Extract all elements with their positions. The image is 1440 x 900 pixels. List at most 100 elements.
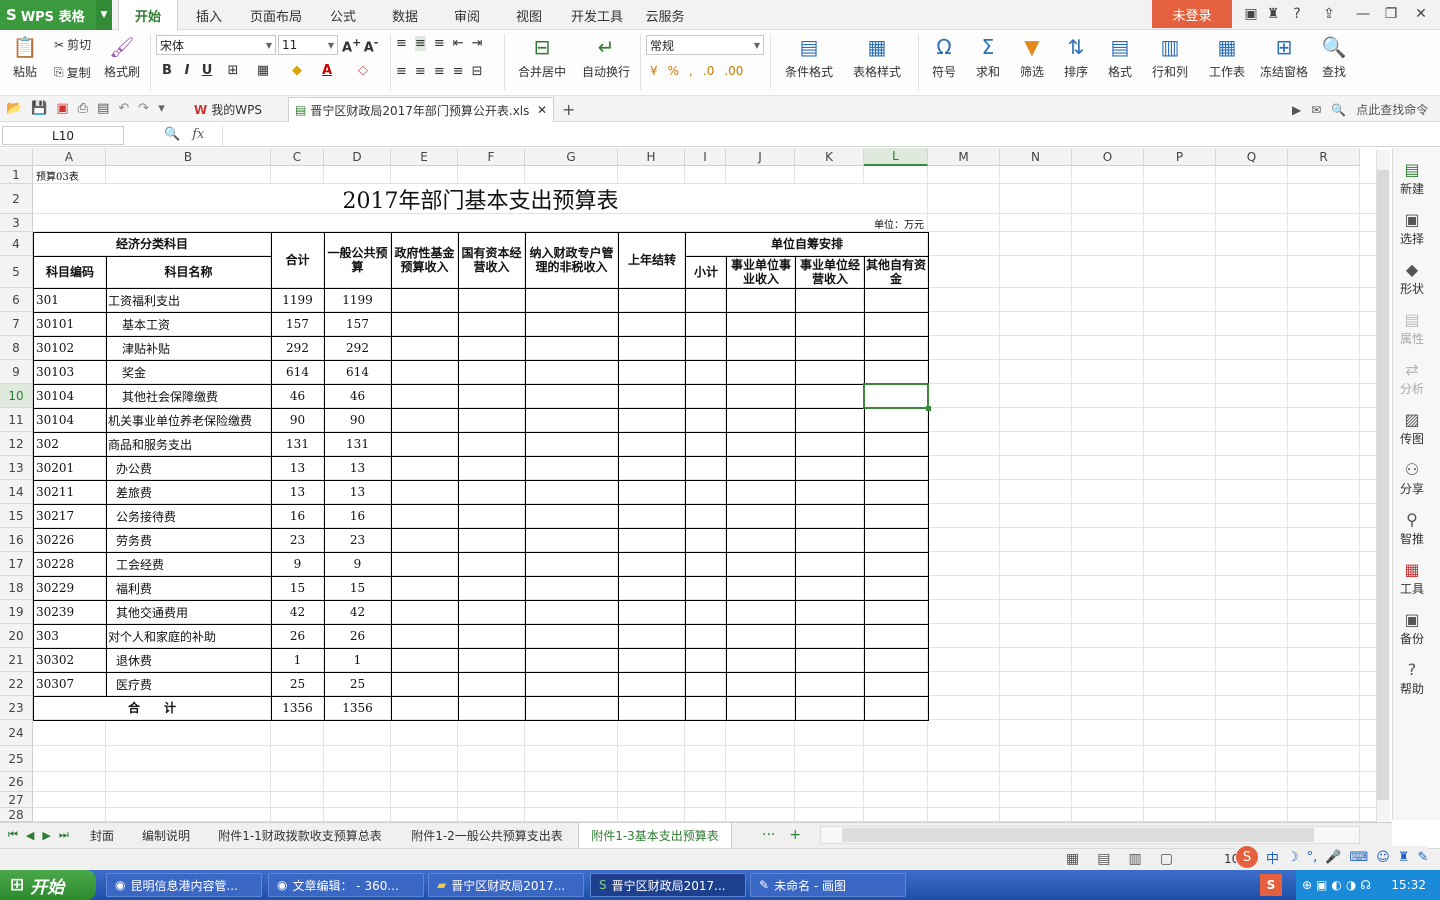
page-break-view-icon[interactable]: ▤ — [1097, 851, 1110, 867]
tab-insert[interactable]: 插入 — [184, 0, 234, 30]
upload-icon[interactable]: ⇪ — [1314, 0, 1344, 28]
search-icon[interactable]: 🔍 — [1331, 103, 1346, 117]
row-header-25[interactable]: 25 — [0, 746, 33, 772]
align-bottom-icon[interactable]: ≡ — [434, 36, 445, 51]
italic-icon[interactable]: I — [178, 63, 196, 78]
zoom-icon[interactable]: 🔍 — [164, 127, 180, 142]
merge-center-button[interactable]: ⊟ 合并居中 — [512, 34, 572, 80]
normal-view-icon[interactable]: ▦ — [1066, 851, 1079, 867]
row-header-21[interactable]: 21 — [0, 648, 33, 672]
tab-review[interactable]: 审阅 — [444, 0, 490, 30]
column-header-B[interactable]: B — [106, 148, 271, 166]
minimize-icon[interactable]: — — [1348, 0, 1378, 28]
taskbar-item-browser-2[interactable]: ◉ 文章编辑： - 360... — [268, 873, 424, 897]
increase-decimal-icon[interactable]: .0 — [703, 64, 714, 78]
undo-icon[interactable]: ↶ — [118, 101, 129, 116]
fill-pattern-icon[interactable]: ▦ — [254, 63, 272, 78]
sheet-tab-instructions[interactable]: 编制说明 — [132, 823, 200, 848]
app-menu-dropdown-icon[interactable]: ▼ — [96, 0, 112, 30]
sum-button[interactable]: Σ 求和 — [968, 34, 1008, 80]
symbol-button[interactable]: Ω 符号 — [924, 34, 964, 80]
column-header-J[interactable]: J — [726, 148, 795, 166]
row-header-4[interactable]: 4 — [0, 232, 33, 256]
column-header-I[interactable]: I — [685, 148, 726, 166]
taskbar-item-folder[interactable]: ▰ 晋宁区财政局2017... — [428, 873, 584, 897]
row-header-27[interactable]: 27 — [0, 792, 33, 808]
more-sheets-icon[interactable]: ··· — [762, 827, 775, 843]
customize-icon[interactable]: ▾ — [158, 101, 165, 116]
row-header-7[interactable]: 7 — [0, 312, 33, 336]
sidebar-analysis[interactable]: ⇄ 分析 — [1392, 360, 1432, 397]
increase-indent-icon[interactable]: ⇥ — [472, 36, 483, 51]
last-sheet-icon[interactable]: ⏭ — [59, 828, 69, 842]
sidebar-backup[interactable]: ▣ 备份 — [1392, 610, 1432, 647]
taskbar-item-browser-1[interactable]: ◉ 昆明信息港内容管... — [106, 873, 262, 897]
next-sheet-icon[interactable]: ▶ — [42, 829, 50, 842]
shirt-ime-icon[interactable]: ♜ — [1398, 850, 1410, 865]
comma-icon[interactable]: , — [689, 64, 693, 78]
row-header-8[interactable]: 8 — [0, 336, 33, 360]
fx-icon[interactable]: fx — [192, 127, 204, 142]
tab-document[interactable]: ▤ 晋宁区财政局2017年部门预算公开表.xls ✕ — [288, 97, 554, 122]
redo-icon[interactable]: ↷ — [138, 101, 149, 116]
column-header-P[interactable]: P — [1144, 148, 1216, 166]
column-header-F[interactable]: F — [458, 148, 525, 166]
column-header-L[interactable]: L — [864, 148, 928, 166]
name-box[interactable]: L10 — [2, 126, 124, 145]
help-icon[interactable]: ? — [1282, 0, 1312, 28]
row-header-14[interactable]: 14 — [0, 480, 33, 504]
app-menu-button[interactable]: S WPS 表格 ▼ — [0, 0, 112, 30]
sidebar-shape[interactable]: ◆ 形状 — [1392, 260, 1432, 297]
ime-chinese-icon[interactable]: 中 — [1266, 848, 1279, 867]
column-header-H[interactable]: H — [618, 148, 685, 166]
find-button[interactable]: 🔍 查找 — [1314, 34, 1354, 80]
sheet-tab-cover[interactable]: 封面 — [80, 823, 124, 848]
prev-sheet-icon[interactable]: ◀ — [26, 829, 34, 842]
add-sheet-icon[interactable]: + — [789, 827, 801, 843]
comment-icon[interactable]: ✉ — [1311, 103, 1321, 117]
sidebar-properties[interactable]: ▤ 属性 — [1392, 310, 1432, 347]
column-header-C[interactable]: C — [271, 148, 324, 166]
underline-icon[interactable]: U — [198, 63, 216, 78]
print-icon[interactable]: ⎙ — [78, 101, 88, 116]
page-layout-view-icon[interactable]: ▥ — [1128, 851, 1141, 867]
keyboard-icon[interactable]: ⌨ — [1350, 850, 1369, 865]
restore-icon[interactable]: ❐ — [1376, 0, 1406, 28]
increase-font-icon[interactable]: A+ — [342, 36, 361, 55]
row-header-10[interactable]: 10 — [0, 384, 33, 408]
taskbar-item-paint[interactable]: ✎ 未命名 - 画图 — [750, 873, 906, 897]
tab-page-layout[interactable]: 页面布局 — [244, 0, 308, 30]
close-tab-icon[interactable]: ✕ — [537, 103, 547, 117]
sidebar-upload-image[interactable]: ▨ 传图 — [1392, 410, 1432, 447]
number-format-select[interactable]: 常规 ▼ — [646, 35, 764, 55]
column-header-M[interactable]: M — [928, 148, 1000, 166]
fill-color-icon[interactable]: ◆ — [288, 63, 306, 78]
tab-data[interactable]: 数据 — [382, 0, 428, 30]
row-header-23[interactable]: 23 — [0, 696, 33, 720]
percent-icon[interactable]: % — [668, 64, 679, 78]
find-command-input[interactable]: 点此查找命令 — [1356, 101, 1428, 118]
decrease-font-icon[interactable]: A- — [362, 36, 380, 55]
sheet-tab-1-3[interactable]: 附件1-3基本支出预算表 — [578, 823, 732, 848]
sogou-icon[interactable]: S — [1236, 846, 1258, 868]
bold-icon[interactable]: B — [158, 63, 176, 78]
row-header-6[interactable]: 6 — [0, 288, 33, 312]
first-sheet-icon[interactable]: ⏮ — [8, 828, 18, 842]
reading-view-icon[interactable]: ▢ — [1160, 851, 1173, 867]
row-col-button[interactable]: ▥ 行和列 — [1144, 34, 1196, 80]
login-button[interactable]: 未登录 — [1152, 0, 1232, 28]
tray-icons[interactable]: ⊕▣◐◑☊ — [1296, 878, 1375, 892]
row-header-28[interactable]: 28 — [0, 808, 33, 822]
row-header-22[interactable]: 22 — [0, 672, 33, 696]
tab-view[interactable]: 视图 — [506, 0, 552, 30]
column-header-N[interactable]: N — [1000, 148, 1072, 166]
sidebar-new[interactable]: ▤ 新建 — [1392, 160, 1432, 197]
print-preview-icon[interactable]: ▤ — [97, 101, 109, 116]
taskbar-item-wps[interactable]: S 晋宁区财政局2017... — [590, 873, 746, 897]
column-header-Q[interactable]: Q — [1216, 148, 1288, 166]
format-painter-button[interactable]: 🖌 格式刷 — [102, 34, 142, 80]
column-header-G[interactable]: G — [525, 148, 618, 166]
column-header-E[interactable]: E — [391, 148, 458, 166]
sheet-tab-1-1[interactable]: 附件1-1财政拨款收支预算总表 — [208, 823, 392, 848]
vertical-scroll-thumb[interactable] — [1377, 170, 1389, 800]
